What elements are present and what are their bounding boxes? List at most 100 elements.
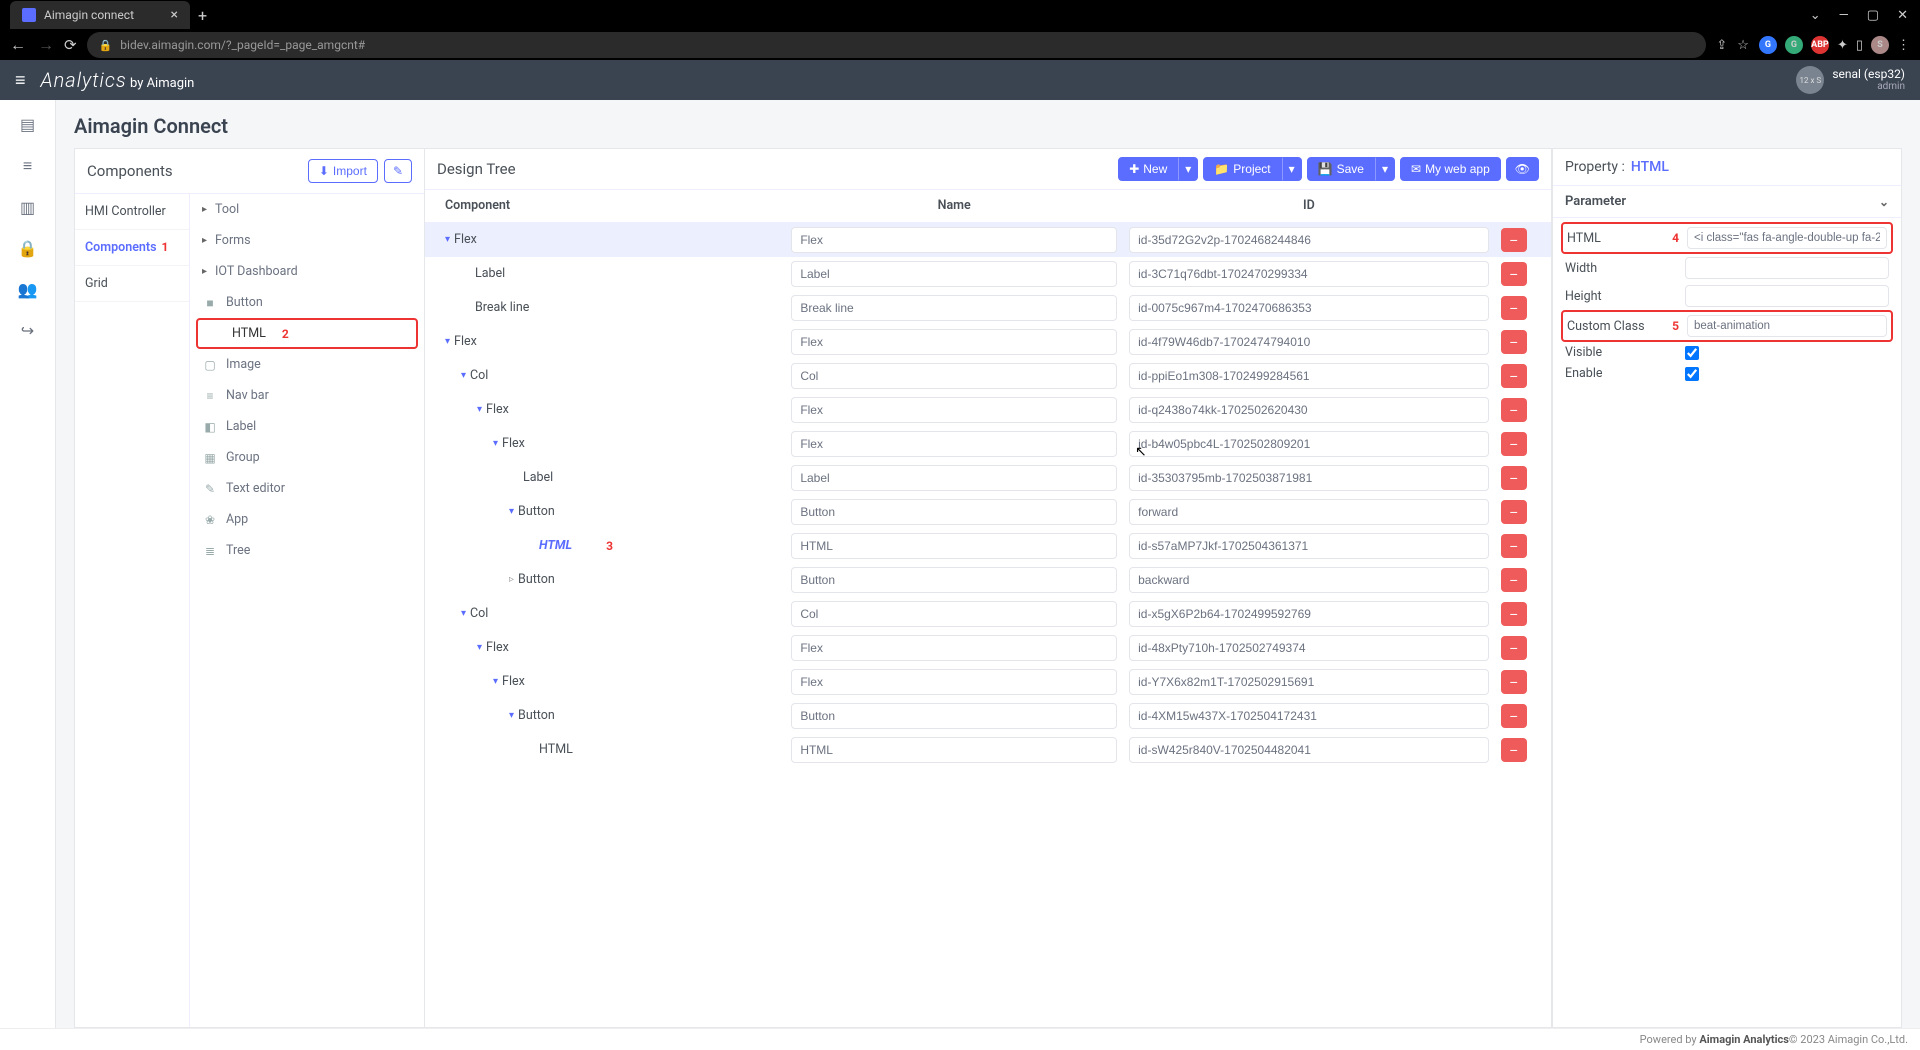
tree-row[interactable]: Break line− — [425, 291, 1551, 325]
name-input[interactable] — [791, 363, 1117, 389]
id-input[interactable] — [1129, 397, 1489, 423]
delete-button[interactable]: − — [1501, 364, 1527, 388]
menu-icon[interactable]: ≡ — [15, 70, 26, 91]
translate-ext-icon[interactable]: G — [1759, 36, 1777, 54]
share-icon[interactable]: ⇪ — [1716, 38, 1727, 53]
name-input[interactable] — [791, 635, 1117, 661]
import-button[interactable]: ⬇Import — [308, 159, 378, 183]
name-input[interactable] — [791, 465, 1117, 491]
component-item-app[interactable]: ❀App — [190, 504, 424, 535]
tab-components[interactable]: Components1 — [75, 230, 189, 266]
project-dropdown[interactable]: ▾ — [1282, 157, 1302, 181]
id-input[interactable] — [1129, 567, 1489, 593]
component-group[interactable]: ▸Tool — [190, 194, 424, 225]
component-item-label[interactable]: ◧Label — [190, 411, 424, 442]
tab-hmi-controller[interactable]: HMI Controller — [75, 194, 189, 230]
tree-row[interactable]: ▾Flex− — [425, 393, 1551, 427]
delete-button[interactable]: − — [1501, 330, 1527, 354]
delete-button[interactable]: − — [1501, 636, 1527, 660]
delete-button[interactable]: − — [1501, 398, 1527, 422]
tree-row[interactable]: ▾Button− — [425, 699, 1551, 733]
project-button[interactable]: 📁 Project — [1203, 157, 1281, 181]
name-input[interactable] — [791, 703, 1117, 729]
id-input[interactable] — [1129, 533, 1489, 559]
browser-tab[interactable]: Aimagin connect × — [10, 1, 190, 29]
close-icon[interactable]: ✕ — [1897, 8, 1908, 23]
delete-button[interactable]: − — [1501, 432, 1527, 456]
minimize-icon[interactable]: — — [1839, 8, 1849, 23]
name-input[interactable] — [791, 737, 1117, 763]
name-input[interactable] — [791, 295, 1117, 321]
id-input[interactable] — [1129, 431, 1489, 457]
rail-icon-db[interactable]: ≡ — [23, 156, 32, 176]
tree-row[interactable]: HTML3− — [425, 529, 1551, 563]
panel-icon[interactable]: ▯ — [1856, 38, 1863, 53]
tab-close-icon[interactable]: × — [171, 7, 178, 23]
id-input[interactable] — [1129, 295, 1489, 321]
user-area[interactable]: 12 x S senal (esp32) admin — [1796, 66, 1905, 94]
tree-caret-icon[interactable]: ▾ — [477, 404, 482, 415]
name-input[interactable] — [791, 669, 1117, 695]
save-dropdown[interactable]: ▾ — [1375, 157, 1395, 181]
delete-button[interactable]: − — [1501, 500, 1527, 524]
tree-row[interactable]: ▹Button− — [425, 563, 1551, 597]
parameter-header[interactable]: Parameter ⌄ — [1553, 185, 1901, 218]
id-input[interactable] — [1129, 329, 1489, 355]
tab-grid[interactable]: Grid — [75, 266, 189, 302]
puzzle-icon[interactable]: ✦ — [1837, 38, 1848, 53]
id-input[interactable] — [1129, 703, 1489, 729]
tree-row[interactable]: ▾Flex− — [425, 665, 1551, 699]
mywebapp-button[interactable]: ✉ My web app — [1400, 157, 1501, 181]
delete-button[interactable]: − — [1501, 568, 1527, 592]
edit-button[interactable]: ✎ — [384, 159, 412, 183]
reload-icon[interactable]: ⟳ — [64, 36, 77, 54]
name-input[interactable] — [791, 533, 1117, 559]
name-input[interactable] — [791, 431, 1117, 457]
param-checkbox[interactable] — [1685, 367, 1699, 381]
new-tab-button[interactable]: + — [190, 6, 215, 25]
delete-button[interactable]: − — [1501, 602, 1527, 626]
tree-caret-icon[interactable]: ▾ — [509, 710, 514, 721]
component-group[interactable]: ▸IOT Dashboard — [190, 256, 424, 287]
component-item-tree[interactable]: ≣Tree — [190, 535, 424, 566]
id-input[interactable] — [1129, 363, 1489, 389]
id-input[interactable] — [1129, 737, 1489, 763]
id-input[interactable] — [1129, 465, 1489, 491]
tree-caret-icon[interactable]: ▾ — [493, 676, 498, 687]
tree-caret-icon[interactable]: ▾ — [445, 234, 450, 245]
forward-icon[interactable]: → — [38, 35, 54, 55]
back-icon[interactable]: ← — [10, 35, 26, 55]
profile-avatar-icon[interactable]: S — [1871, 36, 1889, 54]
name-input[interactable] — [791, 261, 1117, 287]
star-icon[interactable]: ☆ — [1737, 38, 1749, 53]
tree-caret-icon[interactable]: ▾ — [477, 642, 482, 653]
address-bar[interactable]: 🔒 bidev.aimagin.com/?_pageId=_page_amgcn… — [87, 32, 1707, 58]
name-input[interactable] — [791, 499, 1117, 525]
id-input[interactable] — [1129, 499, 1489, 525]
id-input[interactable] — [1129, 261, 1489, 287]
component-item-group[interactable]: ▦Group — [190, 442, 424, 473]
delete-button[interactable]: − — [1501, 738, 1527, 762]
maximize-icon[interactable]: ▢ — [1867, 8, 1879, 23]
tree-row[interactable]: ▾Flex− — [425, 222, 1551, 257]
tree-row[interactable]: Label− — [425, 257, 1551, 291]
name-input[interactable] — [791, 227, 1117, 253]
tree-row[interactable]: Label− — [425, 461, 1551, 495]
grammarly-ext-icon[interactable]: G — [1785, 36, 1803, 54]
abp-ext-icon[interactable]: ABP — [1811, 36, 1829, 54]
rail-icon-lock[interactable]: 🔒 — [18, 239, 38, 258]
tree-row[interactable]: ▾Flex− — [425, 427, 1551, 461]
name-input[interactable] — [791, 601, 1117, 627]
tree-row[interactable]: ▾Flex− — [425, 325, 1551, 359]
id-input[interactable] — [1129, 635, 1489, 661]
tree-caret-icon[interactable]: ▾ — [493, 438, 498, 449]
id-input[interactable] — [1129, 227, 1489, 253]
delete-button[interactable]: − — [1501, 262, 1527, 286]
delete-button[interactable]: − — [1501, 296, 1527, 320]
tree-row[interactable]: ▾Col− — [425, 359, 1551, 393]
tree-row[interactable]: HTML− — [425, 733, 1551, 767]
id-input[interactable] — [1129, 669, 1489, 695]
rail-icon-server[interactable]: ▥ — [20, 198, 35, 217]
delete-button[interactable]: − — [1501, 534, 1527, 558]
tree-row[interactable]: ▾Button− — [425, 495, 1551, 529]
